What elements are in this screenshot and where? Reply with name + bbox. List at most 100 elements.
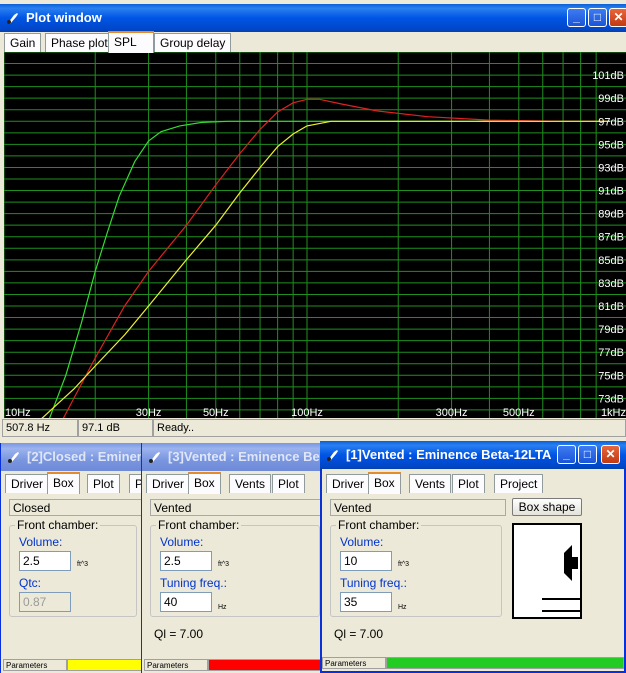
tab-vents[interactable]: Vents <box>409 474 452 493</box>
y-tick-label: 73dB <box>598 393 624 405</box>
close-button[interactable]: ✕ <box>601 445 620 464</box>
group-label: Front chamber: <box>336 518 422 532</box>
tuning-unit: Hz <box>218 604 227 611</box>
window-title: [1]Vented : Eminence Beta-12LTA <box>346 447 552 462</box>
box-shape-button[interactable]: Box shape <box>512 498 582 516</box>
group-label: Front chamber: <box>156 518 242 532</box>
x-tick-label: 30Hz <box>136 407 162 418</box>
tab-driver[interactable]: Driver <box>326 474 370 493</box>
status-level: 97.1 dB <box>78 419 153 437</box>
tab-box[interactable]: Box <box>188 472 221 494</box>
tab-plot[interactable]: Plot <box>87 474 120 493</box>
y-tick-label: 101dB <box>592 70 624 82</box>
y-tick-label: 79dB <box>598 324 624 336</box>
x-tick-label: 10Hz <box>5 407 31 418</box>
ql-value: Ql = 7.00 <box>154 627 204 641</box>
tab-box[interactable]: Box <box>368 472 401 494</box>
volume-input[interactable] <box>160 551 212 571</box>
y-tick-label: 93dB <box>598 162 624 174</box>
minimize-button[interactable]: _ <box>557 445 576 464</box>
volume-label: Volume: <box>340 535 384 549</box>
tab-spl[interactable]: SPL <box>108 31 154 53</box>
tab-phase-plot[interactable]: Phase plot <box>45 33 114 52</box>
status-color-indicator <box>386 657 624 669</box>
tuning-label: Tuning freq.: <box>160 576 227 590</box>
tuning-input[interactable] <box>160 592 212 612</box>
vented-3-window: [3]Vented : Eminence Bet Driver Box Vent… <box>141 443 324 673</box>
window-title: [3]Vented : Eminence Bet <box>168 449 325 464</box>
y-tick-label: 91dB <box>598 186 624 198</box>
y-tick-label: 83dB <box>598 278 624 290</box>
box-type-field: Vented <box>150 499 324 516</box>
app-icon <box>149 452 160 463</box>
plot-window-titlebar[interactable]: Plot window _ □ ✕ <box>0 4 626 32</box>
parameters-label: Parameters <box>144 659 208 671</box>
x-tick-label: 1kHz <box>601 407 626 418</box>
vented-3-tabs: Driver Box Vents Plot <box>146 472 324 494</box>
qtc-input <box>19 592 71 612</box>
tab-gain[interactable]: Gain <box>4 33 42 52</box>
plot-statusbar: 507.8 Hz 97.1 dB Ready.. <box>0 419 626 437</box>
y-tick-label: 77dB <box>598 347 624 359</box>
app-icon <box>327 450 338 461</box>
spl-chart[interactable]: 101dB 99dB 97dB 95dB 93dB 91dB 89dB 87dB 85dB 83d… <box>4 52 626 418</box>
y-tick-label: 87dB <box>598 232 624 244</box>
x-tick-label: 500Hz <box>503 407 535 418</box>
volume-label: Volume: <box>160 535 204 549</box>
tab-driver[interactable]: Driver <box>146 474 190 493</box>
y-tick-label: 89dB <box>598 209 624 221</box>
tab-vents[interactable]: Vents <box>229 474 272 493</box>
vented-3-titlebar[interactable]: [3]Vented : Eminence Bet <box>142 443 324 471</box>
status-frequency: 507.8 Hz <box>2 419 78 437</box>
y-tick-label: 85dB <box>598 255 624 267</box>
vented-1-window: [1]Vented : Eminence Beta-12LTA _ □ ✕ Dr… <box>320 441 626 673</box>
volume-unit: ft^3 <box>218 561 230 568</box>
qtc-label: Qtc: <box>19 576 42 590</box>
close-button[interactable]: ✕ <box>609 8 626 27</box>
y-tick-label: 95dB <box>598 139 624 151</box>
tab-plot[interactable]: Plot <box>452 474 485 493</box>
status-color-indicator <box>208 659 324 671</box>
y-tick-label: 81dB <box>598 301 624 313</box>
parameters-label: Parameters <box>322 657 386 669</box>
ql-value: Ql = 7.00 <box>334 627 384 641</box>
tuning-unit: Hz <box>398 604 407 611</box>
front-chamber-group: Front chamber: Volume: ft^3 Qtc: <box>9 518 137 617</box>
parameters-label: Parameters <box>3 659 67 671</box>
vented-1-tabs: Driver Box Vents Plot Project <box>326 472 622 494</box>
closed-box-window: [2]Closed : Eminen Driver Box Plot P Clo… <box>0 443 150 673</box>
window-title: [2]Closed : Eminen <box>27 449 145 464</box>
x-tick-label: 100Hz <box>291 407 323 418</box>
group-label: Front chamber: <box>15 518 101 532</box>
window-title: Plot window <box>26 10 102 25</box>
volume-input[interactable] <box>19 551 71 571</box>
vented-1-statusbar: Parameters <box>322 657 624 669</box>
y-tick-label: 75dB <box>598 370 624 382</box>
tab-plot[interactable]: Plot <box>272 474 305 493</box>
tab-project[interactable]: Project <box>494 474 544 493</box>
box-type-field: Vented <box>330 499 506 516</box>
tuning-label: Tuning freq.: <box>340 576 407 590</box>
status-color-indicator <box>67 659 143 671</box>
minimize-button[interactable]: _ <box>567 8 586 27</box>
volume-input[interactable] <box>340 551 392 571</box>
maximize-button[interactable]: □ <box>588 8 607 27</box>
volume-unit: ft^3 <box>77 561 89 568</box>
box-shape-preview <box>512 523 582 619</box>
app-icon <box>7 13 18 24</box>
tab-driver[interactable]: Driver <box>5 474 49 493</box>
front-chamber-group: Front chamber: Volume: ft^3 Tuning freq.… <box>150 518 320 617</box>
closed-window-titlebar[interactable]: [2]Closed : Eminen <box>1 443 145 471</box>
tab-group-delay[interactable]: Group delay <box>154 33 232 52</box>
maximize-button[interactable]: □ <box>578 445 597 464</box>
x-tick-label: 300Hz <box>436 407 468 418</box>
tuning-input[interactable] <box>340 592 392 612</box>
y-tick-label: 99dB <box>598 93 624 105</box>
plot-tabs: Gain Phase plot SPL Group delay <box>4 31 624 53</box>
box-type-field: Closed <box>9 499 143 516</box>
closed-statusbar: Parameters <box>3 659 143 671</box>
vented-3-statusbar: Parameters <box>144 659 324 671</box>
volume-unit: ft^3 <box>398 561 410 568</box>
tab-box[interactable]: Box <box>47 472 80 494</box>
vented-1-titlebar[interactable]: [1]Vented : Eminence Beta-12LTA _ □ ✕ <box>320 441 626 469</box>
